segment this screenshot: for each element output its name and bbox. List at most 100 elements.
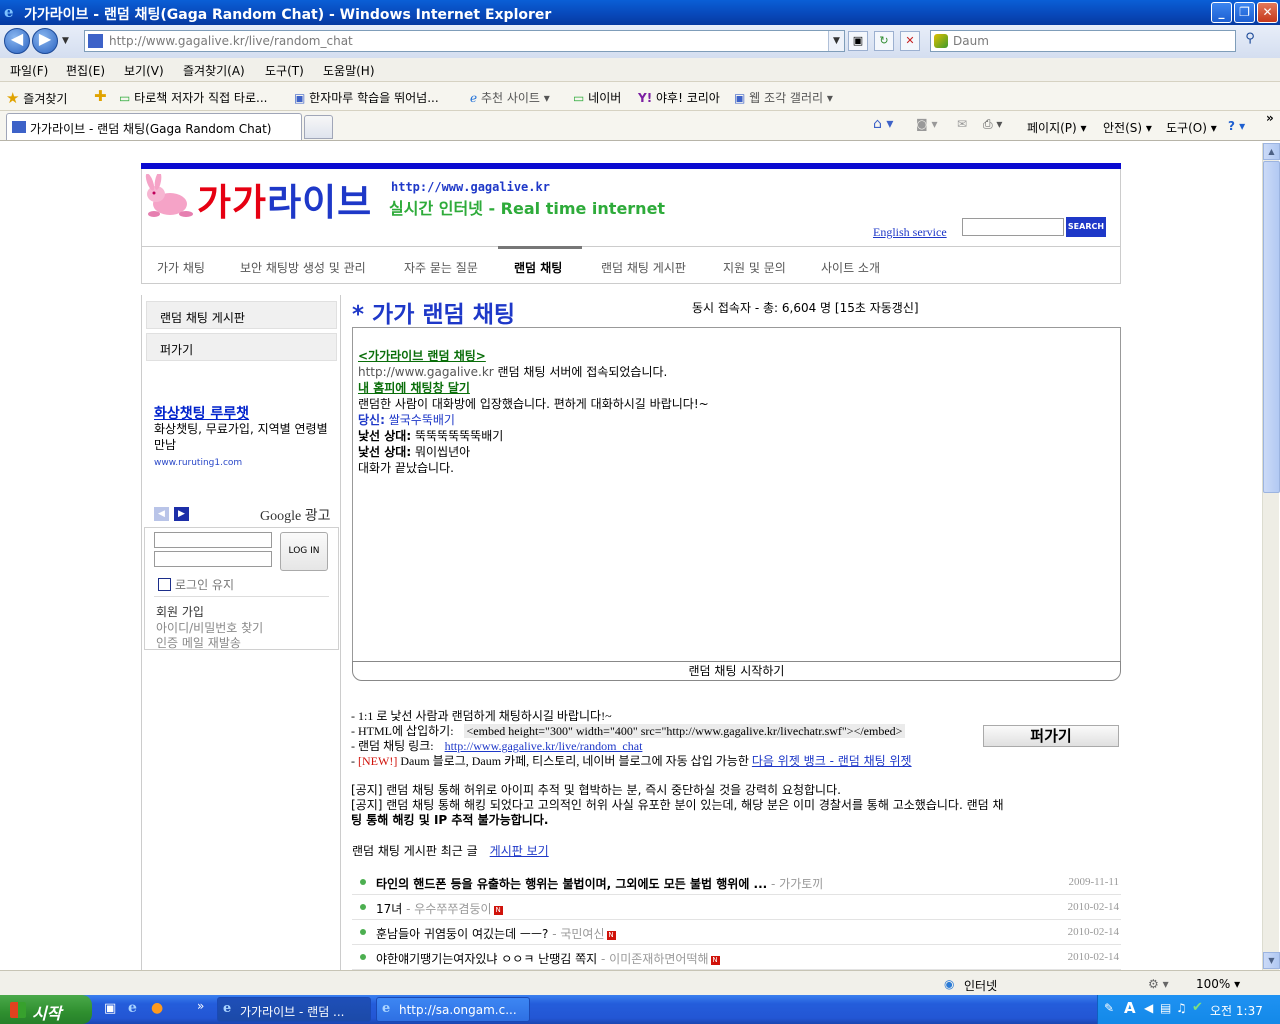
tools-menu[interactable]: 도구(O) ▾: [1166, 119, 1217, 136]
google-ads-label[interactable]: Google 광고: [260, 505, 330, 525]
nav-secure-room[interactable]: 보안 채팅방 생성 및 관리: [240, 259, 366, 276]
refresh-button[interactable]: ↻: [874, 31, 894, 51]
page-menu[interactable]: 페이지(P) ▾: [1027, 119, 1087, 136]
widget-bank-link[interactable]: 다음 위젯 뱅크 - 랜덤 채팅 위젯: [752, 754, 912, 768]
menu-help[interactable]: 도움말(H): [323, 62, 375, 79]
board-row[interactable]: 타인의 핸드폰 등을 유출하는 행위는 불법이며, 그외에도 모든 불법 행위에…: [352, 870, 1121, 895]
keep-login-checkbox[interactable]: 로그인 유지: [158, 576, 234, 593]
chat-you-message: 쌀국수뚝배기: [384, 413, 455, 427]
scroll-down-icon[interactable]: ▼: [1263, 952, 1280, 969]
board-row[interactable]: 훈남들아 귀염둥이 여깄는데 ㅡㅡ? - 국민여신 N 2010-02-14: [352, 920, 1121, 945]
forward-button[interactable]: ▶: [32, 28, 58, 54]
login-password-input[interactable]: [154, 551, 272, 567]
resend-mail-link[interactable]: 인증 메일 재발송: [156, 634, 241, 651]
nav-about[interactable]: 사이트 소개: [821, 259, 880, 276]
fav-link-suggested-sites[interactable]: ℯ 추천 사이트 ▾: [470, 89, 550, 106]
scrollbar-thumb[interactable]: [1263, 161, 1280, 493]
ad-next-button[interactable]: ▶: [174, 507, 189, 521]
chat-embed-link[interactable]: 내 홈피에 채팅창 달기: [358, 381, 470, 395]
vertical-scrollbar[interactable]: ▲ ▼: [1262, 143, 1280, 970]
home-icon[interactable]: ⌂ ▾: [873, 116, 893, 132]
taskbar-item-ongam[interactable]: e http://sa.ongam.c...: [376, 997, 530, 1022]
nav-faq[interactable]: 자주 묻는 질문: [404, 259, 478, 276]
search-go-icon[interactable]: ⚲: [1240, 31, 1260, 51]
menu-favorites[interactable]: 즐겨찾기(A): [183, 62, 245, 79]
site-search-button[interactable]: SEARCH: [1066, 217, 1106, 237]
view-board-link[interactable]: 게시판 보기: [490, 844, 549, 858]
back-button[interactable]: ◀: [4, 28, 30, 54]
chat-entered-message: 랜덤한 사람이 대화방에 입장했습니다. 편하게 대화하시길 바랍니다!~: [358, 397, 709, 411]
board-row[interactable]: 17녀 - 우수쭈쭈겸둥이 N 2010-02-14: [352, 895, 1121, 920]
menu-edit[interactable]: 편집(E): [66, 62, 105, 79]
chat-window[interactable]: <가가라이브 랜덤 채팅> http://www.gagalive.kr 랜덤 …: [352, 327, 1121, 662]
tab-gagalive[interactable]: 가가라이브 - 랜덤 채팅(Gaga Random Chat): [6, 113, 302, 140]
fav-link-tarot[interactable]: ▭ 타로책 저자가 직접 타로...: [119, 89, 267, 106]
tray-v3-icon[interactable]: ✔: [1192, 1000, 1203, 1015]
embed-code[interactable]: <embed height="300" width="400" src="htt…: [463, 724, 906, 738]
english-service-link[interactable]: English service: [873, 225, 947, 240]
start-button[interactable]: 시작: [0, 995, 92, 1024]
address-dropdown[interactable]: ▼: [828, 31, 844, 51]
nav-gaga-chat[interactable]: 가가 채팅: [157, 259, 205, 276]
chevron-more-icon[interactable]: »: [1266, 111, 1274, 125]
join-link[interactable]: 회원 가입: [156, 603, 204, 620]
minimize-button[interactable]: _: [1211, 2, 1232, 23]
sidebar-item-board[interactable]: 랜덤 채팅 게시판: [146, 301, 337, 329]
show-desktop-icon[interactable]: ▣: [104, 1001, 116, 1016]
compat-view-icon[interactable]: ▣: [848, 31, 868, 51]
ad-title-link[interactable]: 화상챗팅 루루챗: [154, 403, 249, 423]
zoom-level[interactable]: 100% ▾: [1196, 977, 1240, 991]
site-logo[interactable]: 가가라이브: [197, 172, 372, 226]
firefox-quicklaunch-icon[interactable]: ●: [151, 1000, 163, 1016]
address-field[interactable]: http://www.gagalive.kr/live/random_chat …: [84, 30, 845, 52]
fav-link-naver[interactable]: ▭ 네이버: [573, 89, 621, 106]
login-button[interactable]: LOG IN: [280, 532, 328, 571]
print-icon[interactable]: ⎙ ▾: [983, 117, 1002, 132]
scrap-button[interactable]: 퍼가기: [983, 725, 1119, 747]
fav-link-yahoo[interactable]: Y! 야후! 코리아: [638, 89, 720, 106]
quicklaunch-more-icon[interactable]: »: [197, 999, 204, 1013]
ad-prev-button[interactable]: ◀: [154, 507, 169, 521]
recent-pages-dropdown[interactable]: ▼: [62, 36, 69, 46]
menu-file[interactable]: 파일(F): [10, 62, 48, 79]
new-tab-button[interactable]: [304, 115, 333, 139]
fav-link-hanja[interactable]: ▣ 한자마루 학습을 뛰어넘...: [294, 89, 439, 106]
protected-mode-icon[interactable]: ⚙ ▾: [1148, 977, 1169, 991]
safety-menu[interactable]: 안전(S) ▾: [1103, 119, 1152, 136]
system-tray: ✎ A ◀ ▤ ♫ ✔ 오전 1:37: [1097, 995, 1280, 1024]
login-id-input[interactable]: [154, 532, 272, 548]
volume-icon[interactable]: ♫: [1176, 1001, 1187, 1015]
menu-tools[interactable]: 도구(T): [265, 62, 304, 79]
scroll-up-icon[interactable]: ▲: [1263, 143, 1280, 160]
ad-url[interactable]: www.ruruting1.com: [154, 458, 242, 468]
tray-network-icon[interactable]: ✎: [1104, 1001, 1114, 1015]
address-url: http://www.gagalive.kr/live/random_chat: [109, 34, 353, 48]
site-search-input[interactable]: [962, 218, 1064, 236]
search-field[interactable]: Daum: [930, 30, 1236, 52]
tray-app-icon[interactable]: ▤: [1160, 1001, 1171, 1015]
tray-arrow-icon[interactable]: ◀: [1144, 1001, 1153, 1015]
feeds-icon[interactable]: ◙ ▾: [916, 117, 937, 131]
post-date: 2010-02-14: [1067, 901, 1119, 913]
menu-view[interactable]: 보기(V): [124, 62, 164, 79]
mail-icon[interactable]: ✉: [957, 117, 967, 131]
chat-header-link[interactable]: <가가라이브 랜덤 채팅>: [358, 349, 486, 363]
nav-support[interactable]: 지원 및 문의: [723, 259, 786, 276]
start-random-chat-button[interactable]: 랜덤 채팅 시작하기: [352, 661, 1121, 681]
fav-link-web-slice-gallery[interactable]: ▣ 웹 조각 갤러리 ▾: [734, 89, 833, 106]
random-chat-link[interactable]: http://www.gagalive.kr/live/random_chat: [445, 739, 643, 753]
nav-active-indicator: [498, 246, 582, 249]
help-icon[interactable]: ? ▾: [1228, 119, 1245, 133]
ime-icon[interactable]: A: [1124, 999, 1136, 1017]
stop-button[interactable]: ✕: [900, 31, 920, 51]
close-button[interactable]: ✕: [1257, 2, 1278, 23]
add-favorite-icon[interactable]: ✚: [94, 87, 107, 105]
sidebar-item-scrap[interactable]: 퍼가기: [146, 333, 337, 361]
ie-quicklaunch-icon[interactable]: e: [128, 1000, 137, 1016]
maximize-button[interactable]: ❐: [1234, 2, 1255, 23]
taskbar-item-gagalive[interactable]: e 가가라이브 - 랜덤 ...: [217, 997, 371, 1022]
board-row[interactable]: 야한얘기땡기는여자있냐 ㅇㅇㅋ 난땡김 쪽지 - 이미존재하면어떡해 N 2010…: [352, 945, 1121, 970]
favorites-button[interactable]: ★ 즐겨찾기: [6, 89, 67, 107]
nav-random-chat[interactable]: 랜덤 채팅: [514, 259, 562, 276]
nav-random-board[interactable]: 랜덤 채팅 게시판: [601, 259, 686, 276]
